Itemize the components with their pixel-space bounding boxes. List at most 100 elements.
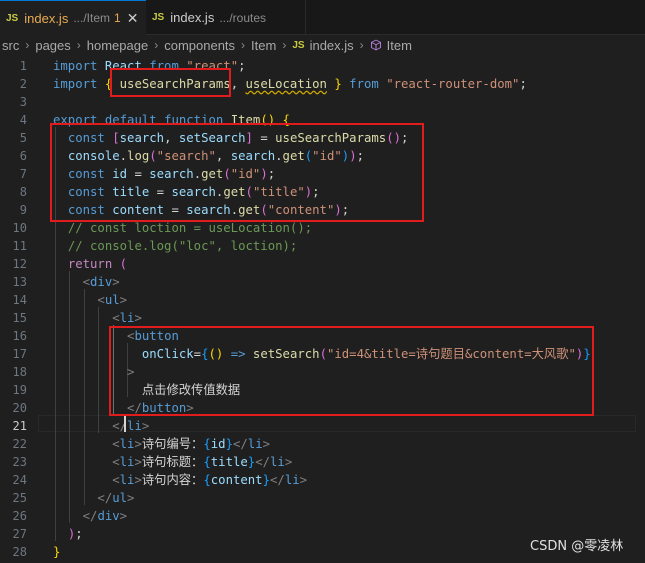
code-token: ;: [75, 527, 83, 541]
code-text: </ul>: [53, 489, 134, 507]
code-token: >: [134, 455, 142, 469]
code-line[interactable]: 23 <li>诗句标题：{title}</li>: [0, 453, 645, 471]
breadcrumb-src[interactable]: src: [2, 38, 19, 53]
code-token: return: [67, 257, 120, 271]
code-token: (: [119, 257, 128, 271]
code-token: useLocation: [245, 77, 327, 91]
code-token: >: [127, 491, 135, 505]
breadcrumb-item-folder[interactable]: Item: [251, 38, 276, 53]
code-token: <: [112, 455, 120, 469]
code-line[interactable]: 26 </div>: [0, 507, 645, 525]
code-token: 诗句编号：: [141, 437, 204, 451]
text-cursor: [124, 416, 126, 432]
code-token: >: [134, 473, 142, 487]
js-file-icon: JS: [292, 39, 305, 51]
code-text: <li>诗句内容：{content}</li>: [53, 471, 307, 489]
code-token: import: [53, 59, 105, 73]
code-line[interactable]: 2 import { useSearchParams, useLocation }…: [0, 75, 645, 93]
code-line[interactable]: 14 <ul>: [0, 291, 645, 309]
line-number: 22: [12, 437, 27, 451]
code-token: title: [210, 455, 248, 469]
line-number: 14: [12, 293, 27, 307]
code-token: ul: [112, 491, 128, 505]
tab-routes-index-js[interactable]: JS index.js .../routes: [146, 0, 306, 35]
code-line[interactable]: 3: [0, 93, 645, 111]
line-number: 6: [19, 149, 27, 163]
breadcrumb-components[interactable]: components: [164, 38, 235, 53]
code-token: >: [262, 437, 271, 451]
code-text: // console.log("loc", loction);: [53, 237, 298, 255]
line-number: 9: [19, 203, 27, 217]
highlight-box-import: [110, 68, 231, 97]
code-line[interactable]: 12 return (: [0, 255, 645, 273]
close-icon[interactable]: ✕: [127, 10, 139, 27]
breadcrumb-symbol[interactable]: Item: [387, 38, 412, 53]
code-token: </: [97, 491, 113, 505]
code-token: </: [270, 473, 285, 487]
code-token: ,: [230, 77, 246, 91]
line-number: 18: [12, 365, 27, 379]
code-token: <: [112, 311, 120, 325]
code-line[interactable]: 1 import React from "react";: [0, 57, 645, 75]
breadcrumb: src › pages › homepage › components › It…: [0, 35, 645, 55]
tab-filename: index.js: [170, 10, 215, 25]
breadcrumb-homepage[interactable]: homepage: [87, 38, 148, 53]
line-number: 10: [12, 221, 27, 235]
line-number: 28: [12, 545, 27, 559]
code-line[interactable]: 15 <li>: [0, 309, 645, 327]
code-token: li: [119, 311, 135, 325]
code-token: <: [112, 473, 120, 487]
code-token: li: [119, 437, 135, 451]
code-token: >: [119, 509, 128, 523]
code-token: >: [141, 419, 150, 433]
code-token: >: [119, 293, 128, 307]
code-token: <: [82, 275, 91, 289]
code-text: }: [53, 543, 60, 561]
breadcrumb-pages[interactable]: pages: [35, 38, 70, 53]
line-number: 23: [12, 455, 27, 469]
code-token: {: [203, 473, 211, 487]
line-number: 3: [19, 95, 27, 109]
code-line[interactable]: 11 // console.log("loc", loction);: [0, 237, 645, 255]
code-line[interactable]: 13 <div>: [0, 273, 645, 291]
code-token: >: [134, 437, 142, 451]
code-token: ;: [238, 59, 246, 73]
code-token: <: [97, 293, 105, 307]
code-line[interactable]: 21 </li>: [0, 417, 645, 435]
js-file-icon: JS: [6, 12, 19, 24]
code-token: id: [210, 437, 226, 451]
code-token: >: [299, 473, 308, 487]
code-text: <li>诗句编号：{id}</li>: [53, 435, 270, 453]
chevron-right-icon: ›: [76, 38, 81, 52]
code-token: content: [210, 473, 263, 487]
line-number: 11: [12, 239, 27, 253]
line-number: 15: [12, 311, 27, 325]
line-number: 20: [12, 401, 27, 415]
code-token: li: [284, 473, 300, 487]
code-token: ul: [104, 293, 120, 307]
code-token: {: [203, 437, 211, 451]
tab-problem-count: 1: [114, 11, 121, 25]
code-line[interactable]: 25 </ul>: [0, 489, 645, 507]
cube-icon: [370, 39, 381, 51]
code-token: li: [119, 455, 135, 469]
code-text: </li>: [53, 417, 149, 435]
code-token: ;: [519, 77, 527, 91]
breadcrumb-file[interactable]: index.js: [310, 38, 354, 53]
chevron-right-icon: ›: [154, 38, 159, 52]
code-line[interactable]: 22 <li>诗句编号：{id}</li>: [0, 435, 645, 453]
code-line[interactable]: 24 <li>诗句内容：{content}</li>: [0, 471, 645, 489]
highlight-box-search-params: [50, 123, 424, 222]
code-editor[interactable]: 1 import React from "react"; 2 import { use…: [0, 55, 645, 563]
tab-item-index-js[interactable]: JS index.js .../Item 1 ✕: [0, 0, 146, 35]
code-token: 诗句标题：: [141, 455, 204, 469]
code-token: // console.log("loc", loction);: [67, 239, 298, 253]
code-token: </: [82, 509, 98, 523]
